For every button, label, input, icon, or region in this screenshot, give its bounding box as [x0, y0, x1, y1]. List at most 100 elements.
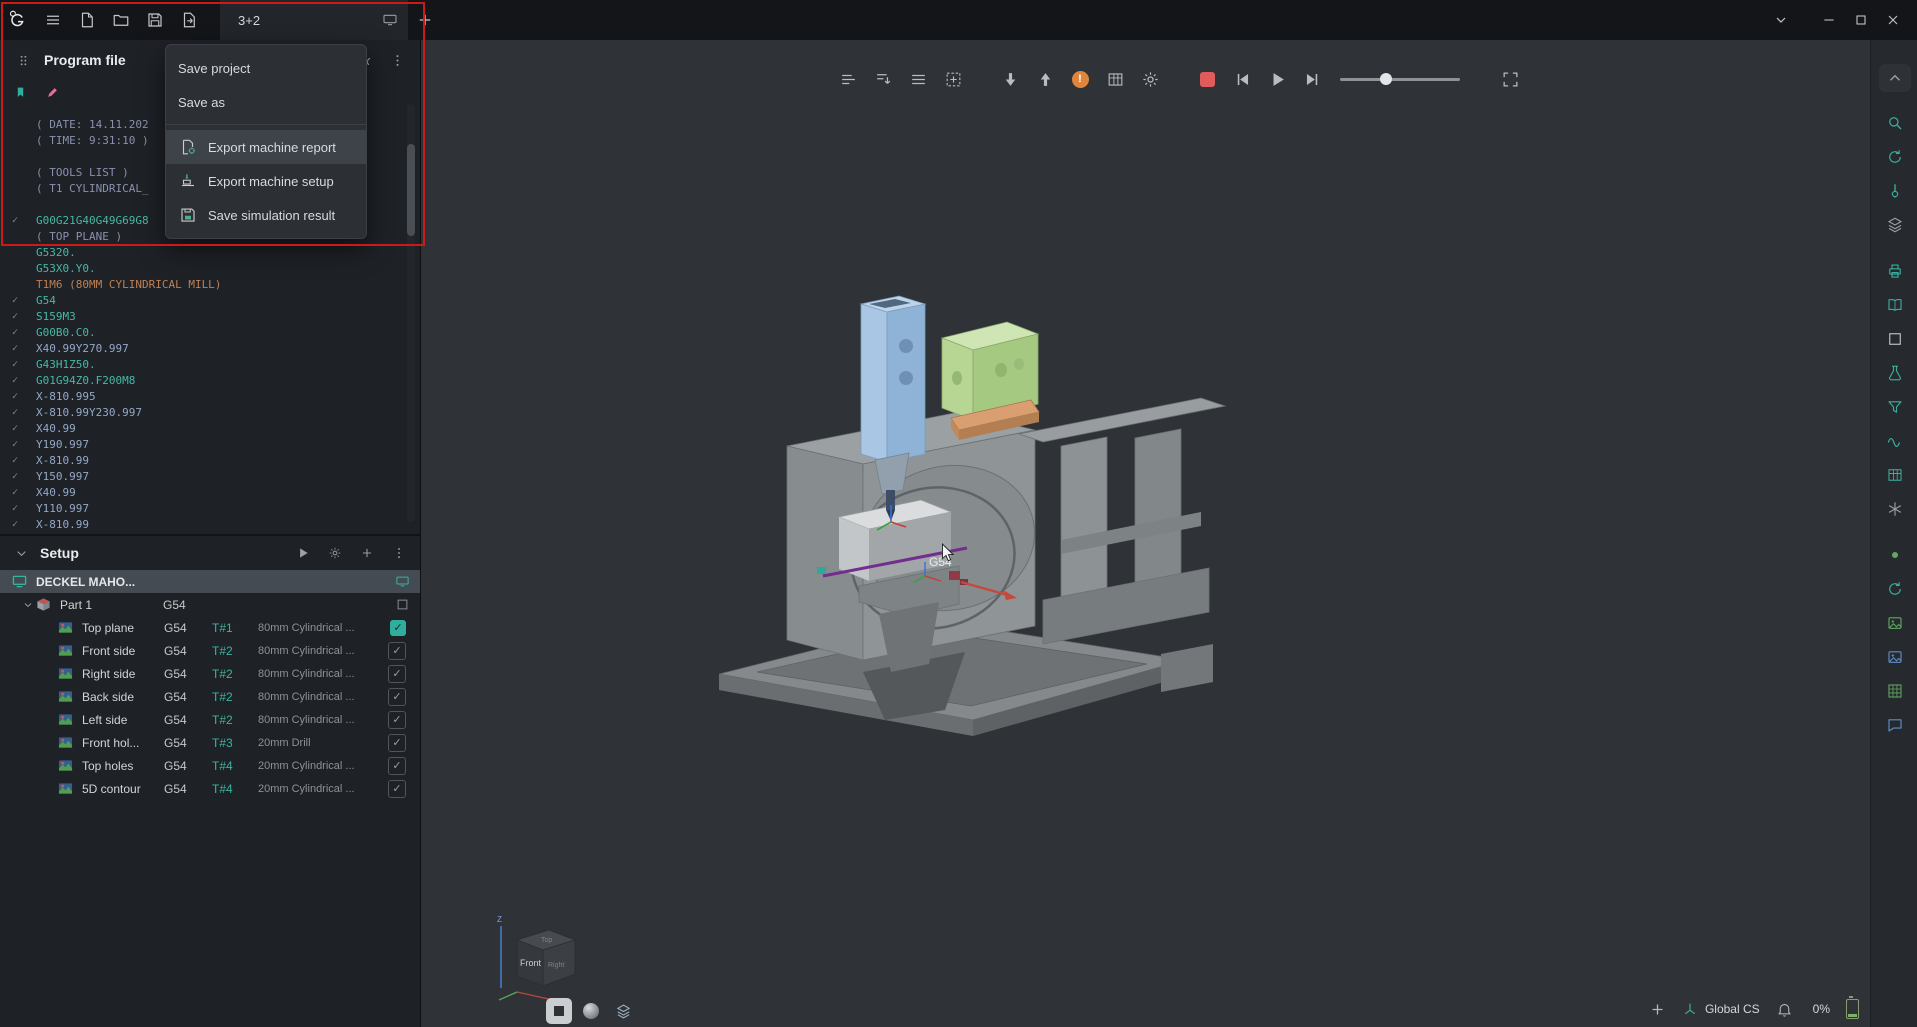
probe-button[interactable]: [1879, 176, 1911, 206]
stop-button[interactable]: [1194, 66, 1220, 92]
scrollbar-thumb[interactable]: [407, 144, 415, 236]
gcode-line[interactable]: Y110.997: [0, 500, 402, 516]
render-green-button[interactable]: [1879, 608, 1911, 638]
row-check-icon[interactable]: [388, 756, 406, 775]
gcode-line[interactable]: G43H1Z50.: [0, 356, 402, 372]
navcube-right-face[interactable]: Right: [548, 962, 564, 969]
selection-zone-button[interactable]: [940, 66, 966, 92]
row-check-icon[interactable]: [388, 779, 406, 798]
render-blue-button[interactable]: [1879, 642, 1911, 672]
slider-handle[interactable]: [1380, 72, 1392, 85]
row-check-icon[interactable]: [388, 710, 406, 729]
row-check-icon[interactable]: [388, 733, 406, 752]
play-button[interactable]: [1264, 66, 1290, 92]
gcode-line[interactable]: X40.99Y270.997: [0, 340, 402, 356]
minimize-button[interactable]: [1813, 0, 1845, 40]
coordinate-system-selector[interactable]: Global CS: [1682, 1001, 1760, 1017]
maximize-button[interactable]: [1845, 0, 1877, 40]
grid-view-button[interactable]: [1879, 676, 1911, 706]
menu-item-export-machine-report[interactable]: Export machine report: [166, 130, 366, 164]
drag-handle-icon[interactable]: [12, 49, 34, 71]
setup-tree-row[interactable]: Part 1 G54: [0, 593, 420, 616]
menu-item-save-simulation-result[interactable]: Save simulation result: [166, 198, 366, 232]
sections-button[interactable]: [1879, 210, 1911, 240]
gcode-line[interactable]: X-810.99: [0, 452, 402, 468]
setup-settings-button[interactable]: [324, 542, 346, 564]
go-to-end-button[interactable]: [1299, 66, 1325, 92]
speed-slider[interactable]: [1340, 72, 1460, 85]
go-to-line-button[interactable]: [870, 66, 896, 92]
gcode-line[interactable]: G00B0.C0.: [0, 324, 402, 340]
gcode-line[interactable]: Y190.997: [0, 436, 402, 452]
gcode-line[interactable]: Y150.997: [0, 468, 402, 484]
navigation-cube[interactable]: Z Top Front Right: [487, 912, 587, 1004]
warnings-button[interactable]: !: [1067, 66, 1093, 92]
collapse-rail-button[interactable]: [1879, 64, 1911, 92]
row-check-icon[interactable]: [390, 619, 406, 636]
navcube-top-face[interactable]: Top: [541, 937, 552, 944]
gcode-line[interactable]: S159M3: [0, 308, 402, 324]
edit-marker-icon[interactable]: [44, 84, 60, 100]
gcode-line[interactable]: T1M6 (80MM CYLINDRICAL MILL): [0, 276, 402, 292]
fit-view-button[interactable]: [1497, 66, 1523, 92]
comments-button[interactable]: [1879, 710, 1911, 740]
new-file-button[interactable]: [70, 0, 104, 40]
export-file-button[interactable]: [172, 0, 206, 40]
go-to-start-button[interactable]: [1229, 66, 1255, 92]
documentation-button[interactable]: [1879, 290, 1911, 320]
inspect-button[interactable]: [1879, 108, 1911, 138]
gcode-line[interactable]: X40.99: [0, 484, 402, 500]
setup-tree-row[interactable]: Back side G54 T#2 80mm Cylindrical ...: [0, 685, 420, 708]
menu-item-save-project[interactable]: Save project: [166, 51, 366, 85]
setup-tree-row[interactable]: Right side G54 T#2 80mm Cylindrical ...: [0, 662, 420, 685]
row-check-icon[interactable]: [388, 664, 406, 683]
setup-tree-row[interactable]: 5D contour G54 T#4 20mm Cylindrical ...: [0, 777, 420, 800]
bookmark-icon[interactable]: [12, 84, 28, 100]
workspace-chevron-button[interactable]: [1765, 0, 1797, 40]
gcode-line[interactable]: G5320.: [0, 244, 402, 260]
notifications-bell-icon[interactable]: [1776, 1001, 1793, 1018]
step-up-button[interactable]: [1032, 66, 1058, 92]
navcube-front-face[interactable]: Front: [520, 958, 542, 968]
machine-report-button[interactable]: [1879, 256, 1911, 286]
simulation-settings-button[interactable]: [1137, 66, 1163, 92]
setup-tree-row[interactable]: DECKEL MAHO...: [0, 570, 420, 593]
coolant-button[interactable]: [1879, 358, 1911, 388]
new-tab-button[interactable]: [408, 0, 442, 40]
filter-button[interactable]: [1879, 392, 1911, 422]
document-tab[interactable]: 3+2: [220, 0, 408, 40]
add-cs-button[interactable]: [1649, 1001, 1666, 1018]
setup-tree-row[interactable]: Front side G54 T#2 80mm Cylindrical ...: [0, 639, 420, 662]
chevron-down-icon[interactable]: [22, 599, 36, 611]
add-operation-button[interactable]: [356, 542, 378, 564]
menu-item-save-as[interactable]: Save as: [166, 85, 366, 119]
stock-button[interactable]: [1879, 324, 1911, 354]
analysis-button[interactable]: [1879, 426, 1911, 456]
curves-button[interactable]: [1879, 574, 1911, 604]
layers-view-button[interactable]: [610, 998, 636, 1024]
solid-view-button[interactable]: [546, 998, 572, 1024]
gcode-line[interactable]: X-810.995: [0, 388, 402, 404]
open-file-button[interactable]: [104, 0, 138, 40]
rotate-view-button[interactable]: [1879, 142, 1911, 172]
save-button[interactable]: [138, 0, 172, 40]
setup-tree-row[interactable]: Top holes G54 T#4 20mm Cylindrical ...: [0, 754, 420, 777]
close-button[interactable]: [1877, 0, 1909, 40]
viewport-3d[interactable]: ! G54 Z Top Front Right Global CS 0%: [421, 40, 1871, 1027]
run-setup-button[interactable]: [292, 542, 314, 564]
setup-tree-row[interactable]: Top plane G54 T#1 80mm Cylindrical ...: [0, 616, 420, 639]
setup-tree-row[interactable]: Front hol... G54 T#3 20mm Drill: [0, 731, 420, 754]
report-table-button[interactable]: [1879, 460, 1911, 490]
program-scrollbar[interactable]: [407, 104, 415, 522]
shaded-view-button[interactable]: [578, 998, 604, 1024]
gcode-line[interactable]: X-810.99: [0, 516, 402, 532]
gcode-line[interactable]: G54: [0, 292, 402, 308]
program-menu-kebab-icon[interactable]: [386, 49, 408, 71]
setup-tree-row[interactable]: Left side G54 T#2 80mm Cylindrical ...: [0, 708, 420, 731]
collapse-setup-icon[interactable]: [10, 542, 32, 564]
step-down-button[interactable]: [997, 66, 1023, 92]
menu-item-export-machine-setup[interactable]: Export machine setup: [166, 164, 366, 198]
row-right-icon[interactable]: [395, 574, 410, 589]
row-check-icon[interactable]: [388, 687, 406, 706]
gcode-line[interactable]: G01G94Z0.F200M8: [0, 372, 402, 388]
